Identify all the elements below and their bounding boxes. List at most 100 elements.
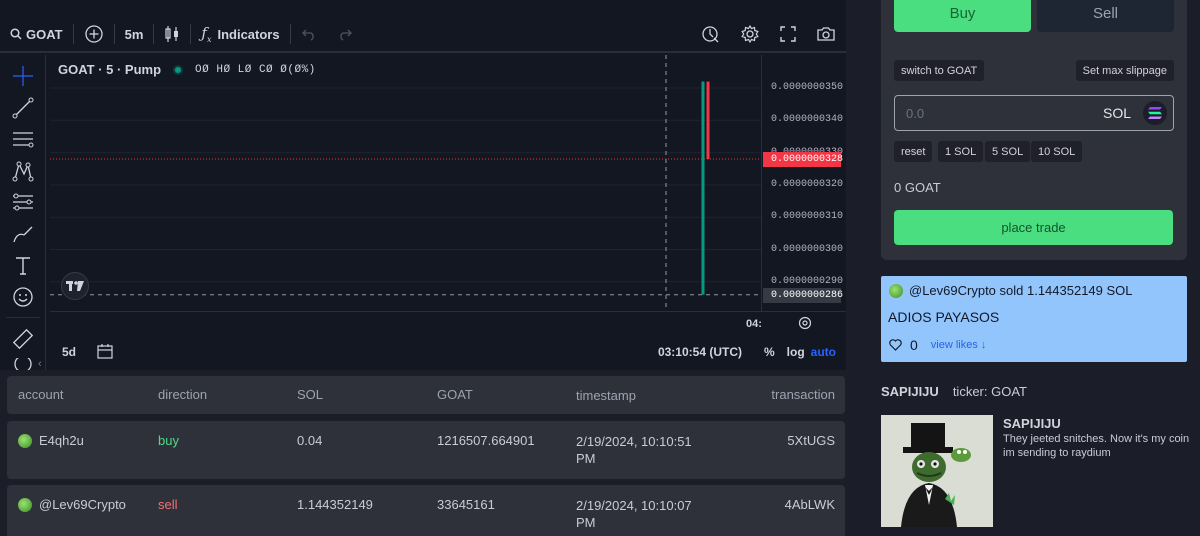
current-price-tag: 0.0000000328	[763, 152, 843, 168]
tradingview-logo[interactable]	[61, 272, 89, 300]
indicators-label: Indicators	[217, 26, 280, 42]
token-ticker: ticker: GOAT	[952, 384, 1027, 399]
account-name: @Lev69Crypto	[39, 497, 126, 512]
price-tick-label: 0.0000000340	[771, 114, 844, 126]
divider	[6, 317, 40, 318]
crosshair-tool[interactable]	[11, 64, 35, 88]
account-link[interactable]: E4qh2u	[18, 433, 84, 448]
quick-10-sol-button[interactable]: 10 SOL	[1031, 141, 1083, 162]
utc-clock[interactable]: 03:10:54 (UTC)	[658, 345, 758, 359]
price-tick-label: 0.0000000350	[771, 82, 844, 93]
solana-icon	[1143, 101, 1167, 125]
like-count: 0	[910, 337, 918, 353]
fullscreen-icon	[780, 26, 796, 42]
transaction-link[interactable]: 4AbLWK	[785, 497, 835, 512]
redo-button[interactable]	[327, 16, 363, 52]
transaction-link[interactable]: 5XtUGS	[787, 433, 835, 448]
chart-bottom-bar: 5d 03:10:54 (UTC) % log auto	[50, 336, 846, 368]
emoji-tool[interactable]	[11, 285, 35, 309]
goat-value: 33645161	[437, 497, 495, 512]
zoom-tool[interactable]	[11, 358, 35, 370]
crosshair-icon	[13, 66, 33, 86]
direction-value: buy	[158, 433, 179, 448]
indicators-button[interactable]: ƒx Indicators	[191, 16, 289, 52]
buy-tab-button[interactable]: Buy	[894, 0, 1031, 32]
interval-button[interactable]: 5m	[115, 16, 154, 52]
gear-icon	[741, 24, 759, 44]
avatar	[18, 497, 32, 512]
avatar	[18, 433, 32, 448]
axis-settings-icon[interactable]	[798, 316, 812, 330]
drawing-toolbar: ‹	[0, 55, 46, 370]
max-slippage-button[interactable]: Set max slippage	[1075, 60, 1174, 81]
reply-message: ADIOS PAYASOS	[888, 309, 1000, 325]
text-tool[interactable]	[11, 253, 35, 277]
chart-type-button[interactable]	[154, 16, 190, 52]
switch-token-button[interactable]: switch to GOAT	[894, 60, 985, 81]
header-direction: direction	[158, 387, 208, 402]
fib-tool[interactable]	[11, 127, 35, 151]
quick-5-sol-button[interactable]: 5 SOL	[985, 141, 1031, 162]
brush-tool[interactable]	[11, 222, 35, 246]
fullscreen-button[interactable]	[770, 16, 806, 52]
text-icon	[16, 257, 30, 275]
token-image	[881, 415, 993, 527]
price-axis[interactable]: 0.00000003500.00000003400.00000003300.00…	[761, 55, 846, 311]
market-status-dot	[173, 64, 184, 75]
price-tick-label: 0.0000000310	[771, 211, 844, 223]
candle	[701, 81, 705, 295]
reply-author-text[interactable]: @Lev69Crypto sold 1.144352149 SOL	[909, 283, 1133, 298]
auto-scale-toggle[interactable]: auto	[811, 345, 846, 359]
time-axis[interactable]: 04:	[50, 311, 846, 335]
horizontal-lines-icon	[13, 132, 34, 148]
place-trade-button[interactable]: place trade	[894, 210, 1173, 245]
trendline-tool[interactable]	[11, 96, 35, 120]
amount-placeholder: 0.0	[906, 106, 925, 121]
add-circle-icon	[84, 25, 103, 43]
log-toggle[interactable]: log	[781, 345, 811, 359]
pattern-tool[interactable]	[11, 159, 35, 183]
reset-button[interactable]: reset	[894, 141, 933, 162]
goto-date-button[interactable]	[88, 343, 122, 362]
undo-icon	[301, 29, 314, 41]
heart-icon[interactable]	[889, 339, 902, 351]
chevron-left-icon: ‹	[38, 358, 42, 370]
price-tick-label: 0.0000000300	[771, 243, 844, 255]
calendar-icon	[97, 343, 113, 359]
toolbar-right	[690, 16, 846, 52]
search-icon	[10, 28, 22, 40]
header-sol: SOL	[297, 387, 324, 402]
collapse-toolbar-button[interactable]: ‹	[38, 358, 50, 374]
avatar[interactable]	[889, 283, 903, 298]
reply-card: @Lev69Crypto sold 1.144352149 SOL ADIOS …	[881, 276, 1187, 362]
range-5d-button[interactable]: 5d	[50, 345, 88, 359]
alert-button[interactable]	[690, 16, 730, 52]
undo-button[interactable]	[291, 16, 327, 52]
crosshair-price-tag: 0.0000000286	[763, 287, 843, 303]
time-label: 04:	[746, 318, 762, 330]
snapshot-button[interactable]	[806, 16, 846, 52]
redo-icon	[339, 29, 352, 41]
sol-value: 0.04	[297, 433, 323, 448]
amount-input[interactable]: 0.0 SOL	[894, 95, 1174, 131]
candle	[706, 81, 710, 160]
view-likes-link[interactable]: view likes ↓	[931, 339, 987, 351]
reply-header: @Lev69Crypto sold 1.144352149 SOL	[889, 283, 1133, 298]
symbol-search[interactable]: GOAT	[0, 16, 73, 52]
app-root: GOAT 5m ƒx Indicators ‹ GOAT · 5 · Pump …	[0, 0, 1200, 536]
compare-button[interactable]	[74, 16, 114, 52]
ruler-tool[interactable]	[11, 327, 35, 351]
quick-1-sol-button[interactable]: 1 SOL	[938, 141, 984, 162]
token-header: SAPIJIJU ticker: GOAT	[881, 384, 1027, 399]
percent-toggle[interactable]: %	[758, 345, 781, 359]
price-plot[interactable]	[50, 55, 761, 311]
price-tick-label: 0.0000000320	[771, 178, 844, 190]
projection-tool[interactable]	[11, 190, 35, 214]
settings-button[interactable]	[730, 16, 770, 52]
timestamp-value: 2/19/2024, 10:10:07 PM	[576, 498, 692, 530]
sell-tab-button[interactable]: Sell	[1037, 0, 1174, 32]
camera-icon	[817, 27, 835, 41]
account-link[interactable]: @Lev69Crypto	[18, 497, 126, 512]
token-balance: 0 GOAT	[894, 180, 941, 195]
brush-icon	[13, 226, 33, 243]
